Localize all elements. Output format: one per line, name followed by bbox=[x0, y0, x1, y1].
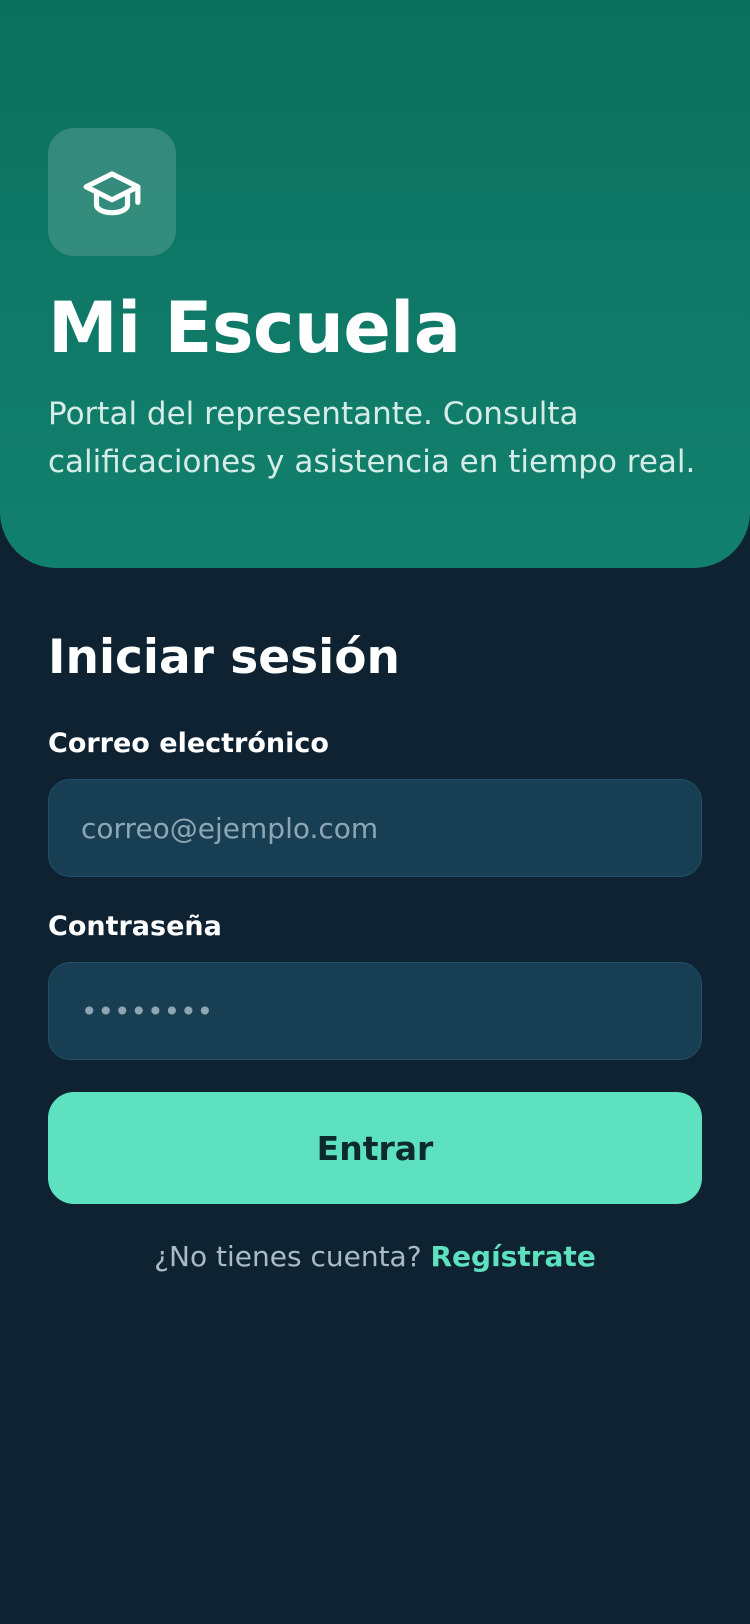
hero-header: Mi Escuela Portal del representante. Con… bbox=[0, 0, 750, 568]
signup-row: ¿No tienes cuenta? Regístrate bbox=[48, 1240, 702, 1273]
email-input[interactable] bbox=[81, 811, 669, 845]
login-form: Iniciar sesión Correo electrónico Contra… bbox=[48, 630, 702, 1273]
signup-link[interactable]: Regístrate bbox=[430, 1240, 595, 1273]
login-button[interactable]: Entrar bbox=[48, 1092, 702, 1205]
email-label: Correo electrónico bbox=[48, 728, 329, 760]
signup-prompt: ¿No tienes cuenta? bbox=[154, 1240, 422, 1274]
password-label: Contraseña bbox=[48, 911, 222, 943]
login-title: Iniciar sesión bbox=[48, 630, 400, 685]
app-logo bbox=[48, 128, 176, 256]
app-subtitle: Portal del representante. Consulta calif… bbox=[48, 396, 696, 480]
password-input[interactable] bbox=[81, 994, 669, 1028]
password-field-container[interactable] bbox=[48, 962, 702, 1061]
app-title: Mi Escuela bbox=[48, 287, 461, 369]
graduation-cap-icon bbox=[83, 171, 141, 216]
email-field-container[interactable] bbox=[48, 779, 702, 878]
